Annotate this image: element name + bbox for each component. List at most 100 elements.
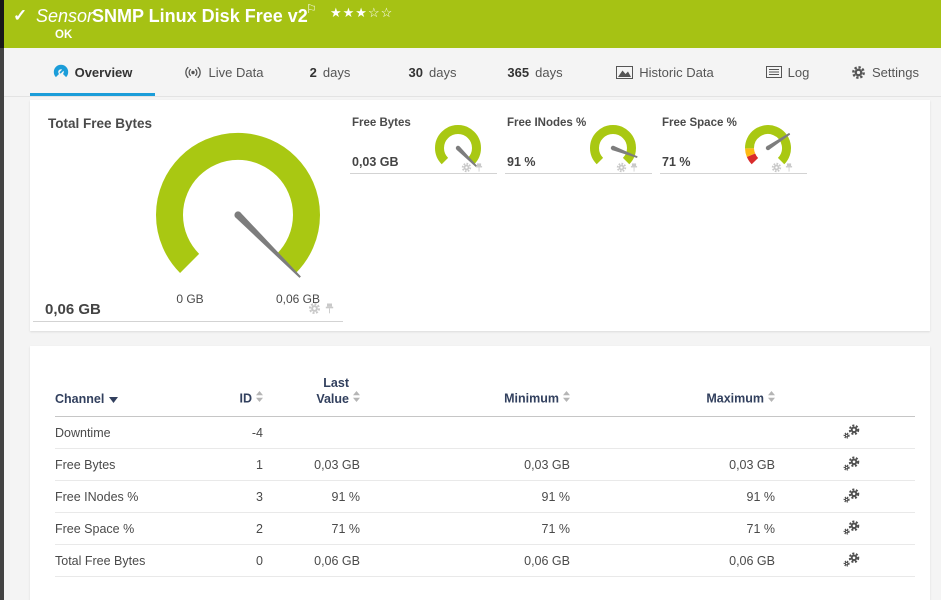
stars-empty: ☆☆ (367, 5, 394, 20)
channel-id: 1 (195, 448, 263, 482)
channel-name[interactable]: Downtime (55, 416, 195, 450)
tab-2-days-unit: days (322, 64, 351, 80)
tab-live-data-label: Live Data (208, 64, 264, 80)
gauge-value: 0,06 GB (45, 301, 101, 318)
channel-last-value: 0,03 GB (263, 448, 360, 482)
gauge-title: Free Space % (662, 117, 737, 129)
tab-2-days[interactable]: 2 days (295, 48, 365, 96)
tab-live-data[interactable]: Live Data (168, 48, 278, 96)
gauge-settings-gear-icon[interactable] (616, 162, 627, 173)
tab-365-days-number: 365 (507, 64, 530, 80)
pin-icon[interactable] (475, 162, 483, 173)
log-list-icon (765, 66, 782, 78)
stars-filled: ★★★ (330, 5, 368, 20)
tab-365-days-unit: days (535, 64, 563, 80)
gauge-settings-gear-icon[interactable] (461, 162, 472, 173)
channel-last-value (263, 416, 360, 450)
flag-icon[interactable]: ⚐ (306, 2, 317, 16)
gauge-settings-gear-icon[interactable] (308, 302, 321, 315)
cell-divider (505, 173, 652, 174)
tab-settings[interactable]: Settings (845, 48, 925, 96)
column-header-maximum-label: Maximum (706, 391, 764, 406)
gauge-title: Free Bytes (352, 117, 411, 129)
priority-stars[interactable]: ★★★☆☆ (330, 5, 393, 21)
column-header-last-value[interactable]: Last Value (263, 362, 360, 418)
sort-icon (353, 391, 360, 405)
tab-historic-data-label: Historic Data (639, 64, 714, 80)
column-header-channel[interactable]: Channel (55, 362, 195, 418)
channel-id: 0 (195, 544, 263, 578)
channel-maximum: 0,06 GB (570, 544, 775, 578)
table-row[interactable]: Free Bytes 1 0,03 GB 0,03 GB 0,03 GB (55, 448, 915, 482)
pin-icon[interactable] (630, 162, 638, 173)
tab-historic-data[interactable]: Historic Data (605, 48, 725, 96)
tab-overview[interactable]: Overview (30, 48, 155, 96)
channel-id: 3 (195, 480, 263, 514)
column-header-minimum[interactable]: Minimum (360, 362, 570, 418)
channel-minimum: 71 % (360, 512, 570, 546)
tab-30-days-number: 30 (408, 64, 423, 80)
gauge-cell-total-free-bytes[interactable]: Total Free Bytes 0 GB 0,06 GB 0,06 GB (30, 100, 345, 331)
cell-divider (660, 173, 807, 174)
gauge-value: 71 % (662, 155, 691, 169)
channel-minimum: 0,06 GB (360, 544, 570, 578)
sort-icon (563, 391, 570, 405)
tab-365-days[interactable]: 365 days (495, 48, 575, 96)
channel-settings-gears-icon[interactable] (843, 520, 860, 535)
broadcast-icon (183, 66, 203, 79)
channel-id: 2 (195, 512, 263, 546)
table-row[interactable]: Downtime -4 (55, 416, 915, 450)
tab-2-days-number: 2 (309, 64, 317, 80)
channel-name[interactable]: Free Space % (55, 512, 195, 546)
column-header-id[interactable]: ID (195, 362, 263, 418)
overview-gauges-panel: Total Free Bytes 0 GB 0,06 GB 0,06 GB Fr… (30, 100, 930, 331)
channel-settings-gears-icon[interactable] (843, 488, 860, 503)
channel-settings-gears-icon[interactable] (843, 424, 860, 439)
table-row[interactable]: Free INodes % 3 91 % 91 % 91 % (55, 480, 915, 514)
gauge-value: 91 % (507, 155, 536, 169)
status-ok-check-icon: ✓ (13, 6, 28, 25)
channel-minimum (360, 416, 570, 450)
channel-maximum (570, 416, 775, 450)
left-edge-strip-top (0, 0, 4, 48)
table-row[interactable]: Free Space % 2 71 % 71 % 71 % (55, 512, 915, 546)
column-header-minimum-label: Minimum (504, 391, 559, 406)
left-edge-strip-bottom (0, 48, 4, 600)
tab-log-label: Log (787, 64, 810, 80)
gauge-cell-free-inodes[interactable]: Free INodes % 91 % (500, 100, 652, 180)
channel-settings-gears-icon[interactable] (843, 552, 860, 567)
total-free-bytes-gauge (156, 133, 320, 278)
table-row[interactable]: Total Free Bytes 0 0,06 GB 0,06 GB 0,06 … (55, 544, 915, 578)
gauge-cell-free-space[interactable]: Free Space % 71 % (655, 100, 807, 180)
channel-name[interactable]: Total Free Bytes (55, 544, 195, 578)
channel-last-value: 91 % (263, 480, 360, 514)
cell-divider (33, 321, 343, 322)
tab-log[interactable]: Log (755, 48, 820, 96)
tab-30-days-unit: days (429, 64, 457, 80)
channel-settings-gears-icon[interactable] (843, 456, 860, 471)
channel-minimum: 91 % (360, 480, 570, 514)
cell-divider (350, 173, 497, 174)
pin-icon[interactable] (785, 162, 793, 173)
gear-icon (851, 65, 866, 80)
channel-minimum: 0,03 GB (360, 448, 570, 482)
gauge-settings-gear-icon[interactable] (771, 162, 782, 173)
column-header-maximum[interactable]: Maximum (570, 362, 775, 418)
gauge-cell-free-bytes[interactable]: Free Bytes 0,03 GB (345, 100, 497, 180)
sort-icon (256, 391, 263, 405)
gauge-title: Total Free Bytes (48, 116, 153, 131)
status-badge: OK (55, 29, 73, 41)
column-header-last-value-label: Last Value (316, 376, 349, 406)
channel-name[interactable]: Free INodes % (55, 480, 195, 514)
channel-maximum: 91 % (570, 480, 775, 514)
sensor-header: ✓ Sensor SNMP Linux Disk Free v2 ⚐ ★★★☆☆… (0, 0, 941, 48)
gauge-icon (53, 64, 69, 80)
sensor-name: SNMP Linux Disk Free v2 (92, 6, 308, 26)
pin-icon[interactable] (325, 303, 334, 315)
tab-settings-label: Settings (872, 64, 919, 80)
gauge-scale-min: 0 GB (176, 292, 204, 306)
channel-name[interactable]: Free Bytes (55, 448, 195, 482)
tab-30-days[interactable]: 30 days (395, 48, 470, 96)
sort-icon (768, 391, 775, 405)
channel-id: -4 (195, 416, 263, 450)
